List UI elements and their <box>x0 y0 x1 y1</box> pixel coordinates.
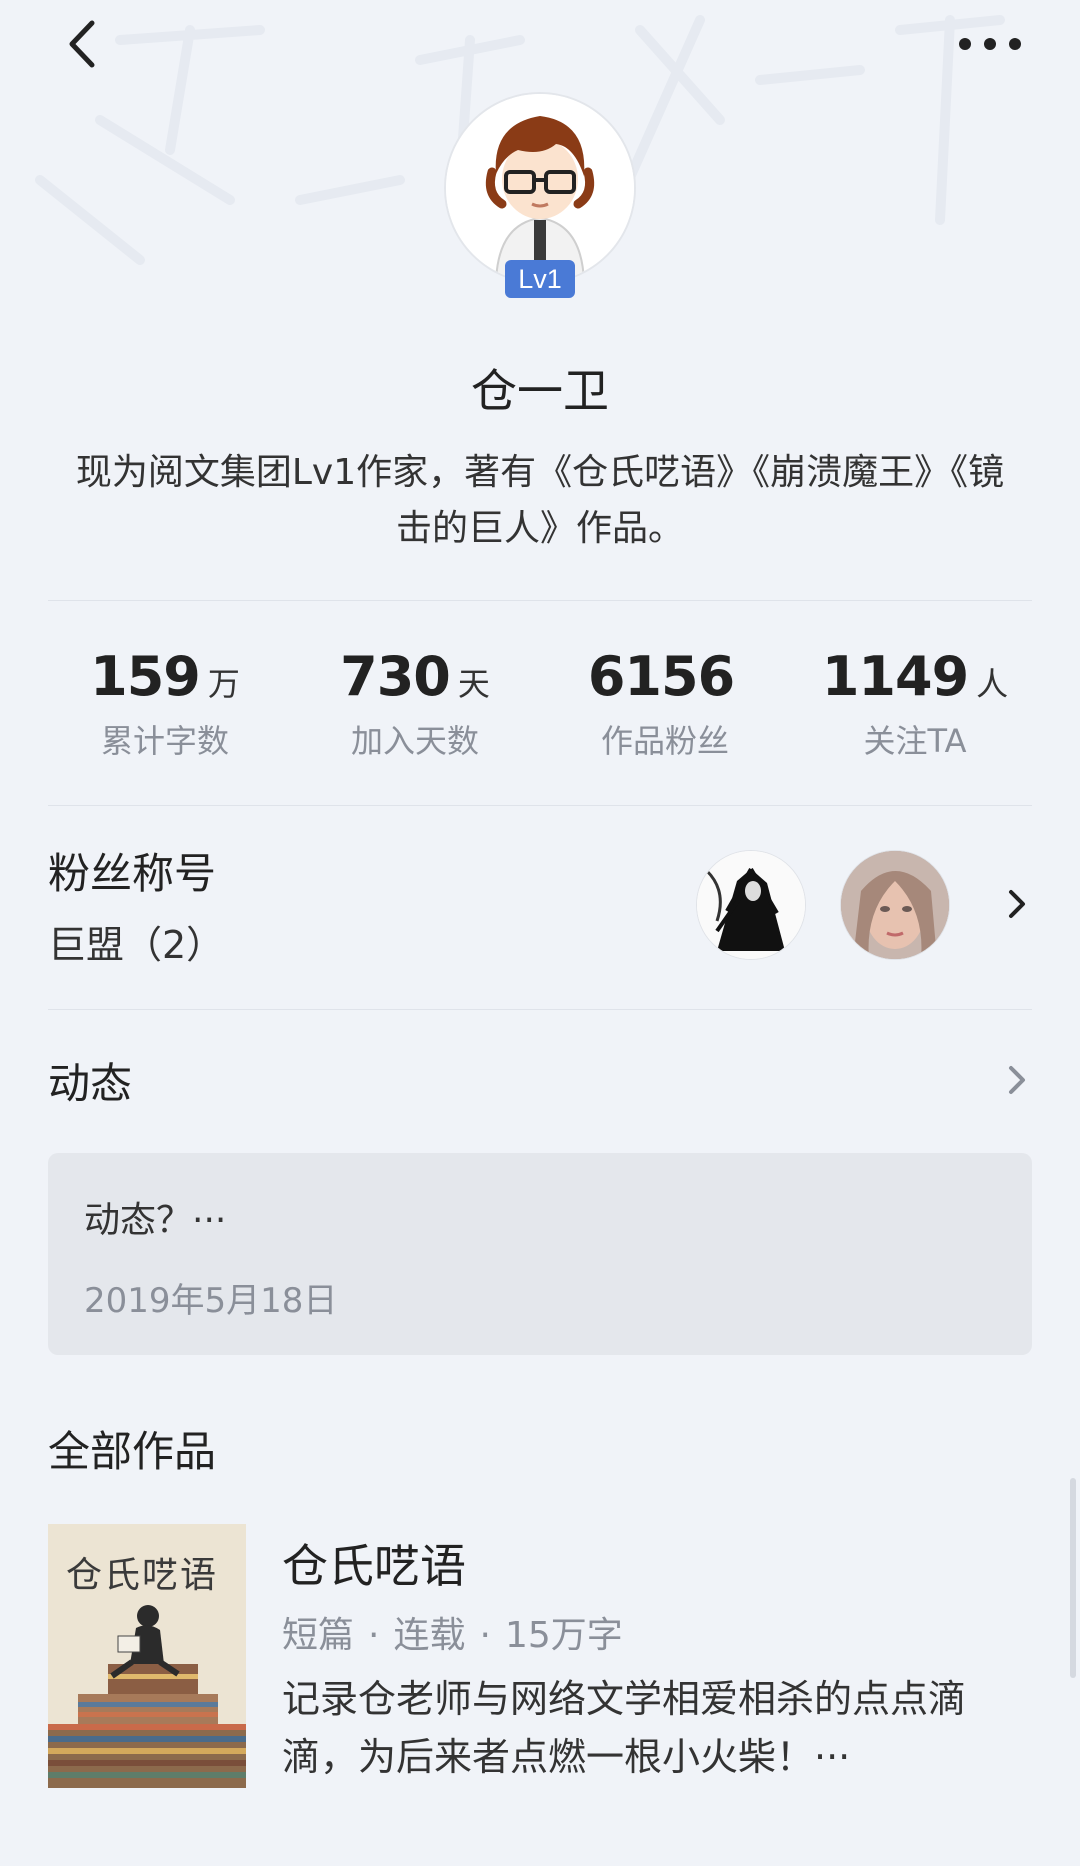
scrollbar[interactable] <box>1070 1478 1076 1678</box>
stats-row: 159 万 累计字数 730 天 加入天数 6156 作品粉丝 1149 人 关注TA <box>40 645 1040 762</box>
work-type: 短篇 <box>282 1615 355 1656</box>
fan-avatar-image <box>697 851 805 959</box>
fan-avatar-image <box>841 851 949 959</box>
work-item[interactable]: 仓氏呓语 仓氏呓语 短篇 · 连载 · 15万字 记录仓老师与网络文学相爱相杀的点点滴滴… <box>48 1524 1032 1788</box>
dynamic-text: 动态？··· <box>84 1200 227 1241</box>
fan-avatar <box>840 850 950 960</box>
work-title: 仓氏呓语 <box>282 1539 466 1593</box>
stat-value-line: 159 万 <box>40 645 290 708</box>
divider <box>48 1009 1032 1010</box>
fan-avatar <box>696 850 806 960</box>
stat-value: 730 <box>340 645 451 708</box>
stat-label: 作品粉丝 <box>600 722 729 760</box>
fan-title-value: 巨盟（2） <box>48 923 225 967</box>
dynamic-title: 动态 <box>48 1059 133 1108</box>
stat-label: 累计字数 <box>100 722 229 760</box>
dynamic-date: 2019年5月18日 <box>84 1281 338 1321</box>
work-status: 连载 <box>393 1615 466 1656</box>
author-avatar[interactable]: Lv1 <box>444 92 636 298</box>
stat-label: 加入天数 <box>350 722 479 760</box>
stat-join-days: 730 天 加入天数 <box>290 645 540 762</box>
avatar-image <box>444 92 636 284</box>
level-badge: Lv1 <box>505 260 575 298</box>
stat-total-words: 159 万 累计字数 <box>40 645 290 762</box>
stat-value-line: 6156 <box>540 645 790 708</box>
stat-work-fans[interactable]: 6156 作品粉丝 <box>540 645 790 762</box>
book-cover: 仓氏呓语 <box>48 1524 246 1788</box>
stat-value-line: 1149 人 <box>790 645 1040 708</box>
more-button[interactable] <box>950 14 1030 74</box>
author-bio: 现为阅文集团Lv1作家，著有《仓氏呓语》《崩溃魔王》《镜击的巨人》作品。 <box>75 452 1005 549</box>
divider <box>48 600 1032 601</box>
stat-value: 159 <box>90 645 201 708</box>
dynamic-card[interactable]: 动态？··· 2019年5月18日 <box>48 1153 1032 1355</box>
stat-following[interactable]: 1149 人 关注TA <box>790 645 1040 762</box>
author-name: 仓一卫 <box>471 364 609 418</box>
back-button[interactable] <box>50 12 114 76</box>
dynamic-section-header[interactable]: 动态 <box>48 1050 1032 1110</box>
works-section-title: 全部作品 <box>48 1427 217 1476</box>
more-horizontal-icon <box>959 38 1021 50</box>
chevron-right-icon <box>1002 884 1032 924</box>
work-word-count: 15万字 <box>504 1615 623 1656</box>
stat-unit: 天 <box>457 665 490 703</box>
meta-separator: · <box>368 1615 380 1656</box>
fan-title-heading: 粉丝称号 <box>48 849 217 898</box>
cartoon-avatar-illustration <box>446 94 634 282</box>
book-cover-title: 仓氏呓语 <box>66 1555 219 1596</box>
work-description: 记录仓老师与网络文学相爱相杀的点点滴滴，为后来者点燃一根小火柴！··· <box>282 1677 967 1779</box>
stat-label: 关注TA <box>863 722 967 760</box>
stat-unit: 人 <box>976 665 1009 703</box>
fan-title-row[interactable]: 粉丝称号 巨盟（2） <box>48 840 1032 980</box>
author-profile-page: Lv1 仓一卫 现为阅文集团Lv1作家，著有《仓氏呓语》《崩溃魔王》《镜击的巨人… <box>0 0 1080 1866</box>
stat-value: 1149 <box>821 645 969 708</box>
divider <box>48 805 1032 806</box>
stat-value-line: 730 天 <box>290 645 540 708</box>
meta-separator: · <box>479 1615 491 1656</box>
stat-value: 6156 <box>587 645 735 708</box>
stat-unit: 万 <box>207 665 240 703</box>
work-meta: 短篇 · 连载 · 15万字 <box>282 1606 623 1658</box>
chevron-right-icon <box>1002 1060 1032 1100</box>
chevron-left-icon <box>69 20 95 68</box>
